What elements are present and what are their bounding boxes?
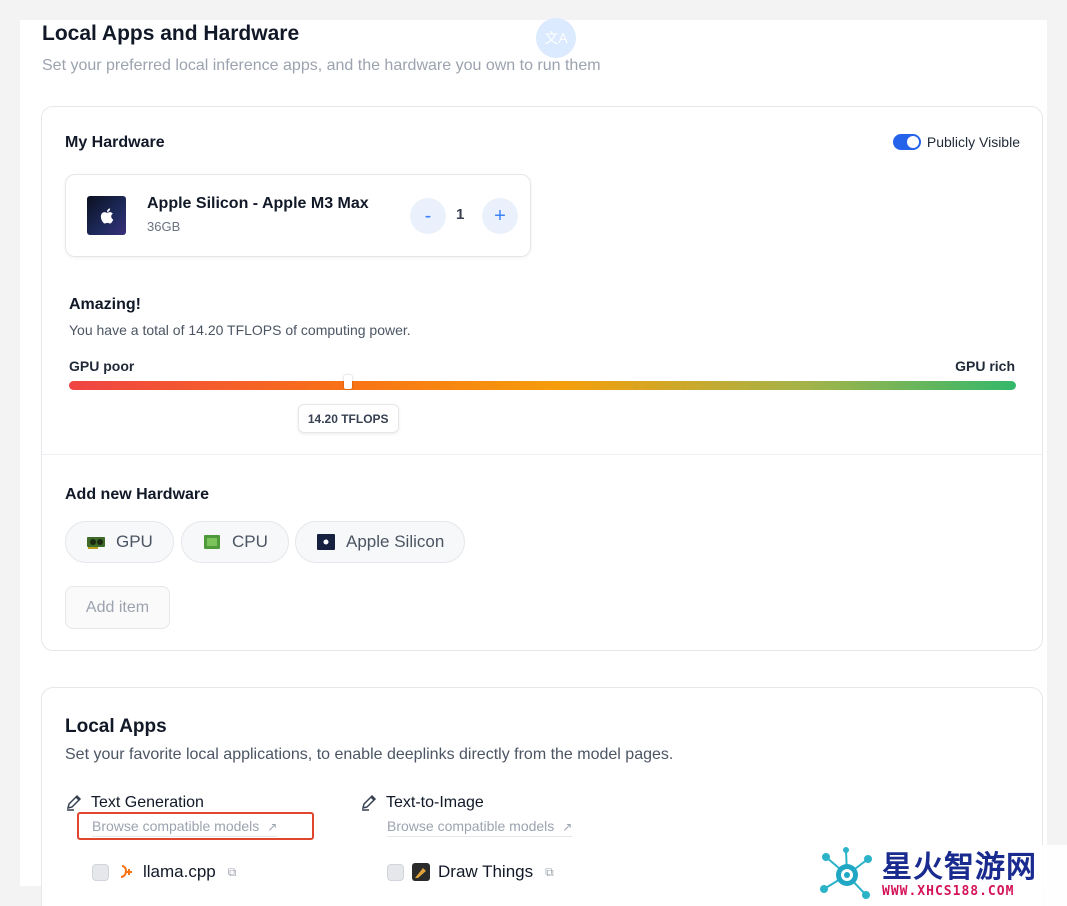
add-cpu-button[interactable]: CPU: [181, 521, 289, 563]
apple-silicon-label: Apple Silicon: [346, 532, 445, 551]
external-link-icon[interactable]: ⧉: [545, 865, 554, 880]
app-name: llama.cpp: [143, 862, 216, 881]
add-item-button[interactable]: Add item: [65, 586, 170, 629]
gpu-icon: [87, 537, 105, 549]
app-checkbox[interactable]: [92, 863, 109, 881]
watermark: 星火智游网 WWW.XHCS188.COM: [816, 845, 1067, 906]
pen-icon: [66, 794, 82, 811]
category-label: Text-to-Image: [386, 794, 484, 811]
pen-icon: [361, 794, 377, 811]
category-text-to-image: Text-to-Image: [360, 794, 484, 812]
toggle-switch[interactable]: [892, 134, 921, 150]
watermark-logo-icon: [820, 847, 872, 899]
add-apple-silicon-button[interactable]: Apple Silicon: [295, 521, 466, 563]
watermark-name: 星火智游网: [882, 850, 1037, 885]
app-name: Draw Things: [438, 862, 534, 881]
gpu-label: GPU: [116, 532, 153, 551]
gpu-poor-label: GPU poor: [69, 358, 135, 374]
local-apps-title: Local Apps: [65, 716, 167, 737]
device-quantity: 1: [456, 206, 465, 223]
translate-icon[interactable]: 文A: [536, 18, 576, 58]
llama-cpp-icon: [120, 865, 132, 878]
device-memory: 36GB: [147, 219, 181, 234]
apple-silicon-icon: [317, 534, 335, 550]
cpu-icon: [204, 535, 220, 549]
browse-text-to-image-models-link[interactable]: Browse compatible models ↗: [387, 818, 573, 837]
public-visibility-label: Publicly Visible: [926, 134, 1020, 150]
power-headline: Amazing!: [69, 296, 141, 313]
decrease-quantity-button[interactable]: -: [410, 198, 446, 234]
gpu-rich-label: GPU rich: [955, 358, 1015, 374]
watermark-url: WWW.XHCS188.COM: [882, 884, 1015, 899]
draw-things-icon: [412, 863, 430, 881]
app-draw-things: Draw Things ⧉: [387, 862, 554, 882]
external-link-icon: ↗: [562, 820, 573, 834]
compute-power-bar: [69, 381, 1016, 390]
power-summary: You have a total of 14.20 TFLOPS of comp…: [69, 322, 411, 338]
external-link-icon[interactable]: ⧉: [228, 865, 237, 880]
device-card: Apple Silicon - Apple M3 Max 36GB - 1 +: [65, 174, 531, 257]
my-hardware-title: My Hardware: [65, 134, 165, 151]
add-hardware-title: Add new Hardware: [65, 486, 210, 503]
page-subtitle: Set your preferred local inference apps,…: [42, 57, 601, 74]
highlight-box: [77, 812, 314, 840]
browse-label: Browse compatible models: [387, 818, 555, 834]
hardware-card: My Hardware Publicly Visible Apple Silic…: [41, 106, 1043, 651]
apple-chip-icon: [87, 196, 126, 235]
cpu-label: CPU: [232, 532, 268, 551]
section-divider: [42, 454, 1042, 455]
category-text-generation: Text Generation: [65, 794, 204, 812]
device-name: Apple Silicon - Apple M3 Max: [147, 195, 369, 212]
app-checkbox[interactable]: [387, 863, 404, 881]
category-label: Text Generation: [91, 794, 204, 811]
app-llama-cpp: llama.cpp ⧉: [92, 862, 236, 882]
tflops-tag: 14.20 TFLOPS: [297, 404, 399, 433]
compute-power-marker: [344, 375, 353, 389]
page-title: Local Apps and Hardware: [42, 22, 300, 45]
settings-page: 文A Local Apps and Hardware Set your pref…: [20, 18, 1047, 906]
local-apps-description: Set your favorite local applications, to…: [65, 746, 674, 763]
add-gpu-button[interactable]: GPU: [65, 521, 174, 563]
public-visibility-toggle[interactable]: Publicly Visible: [892, 134, 1020, 150]
increase-quantity-button[interactable]: +: [482, 198, 518, 234]
